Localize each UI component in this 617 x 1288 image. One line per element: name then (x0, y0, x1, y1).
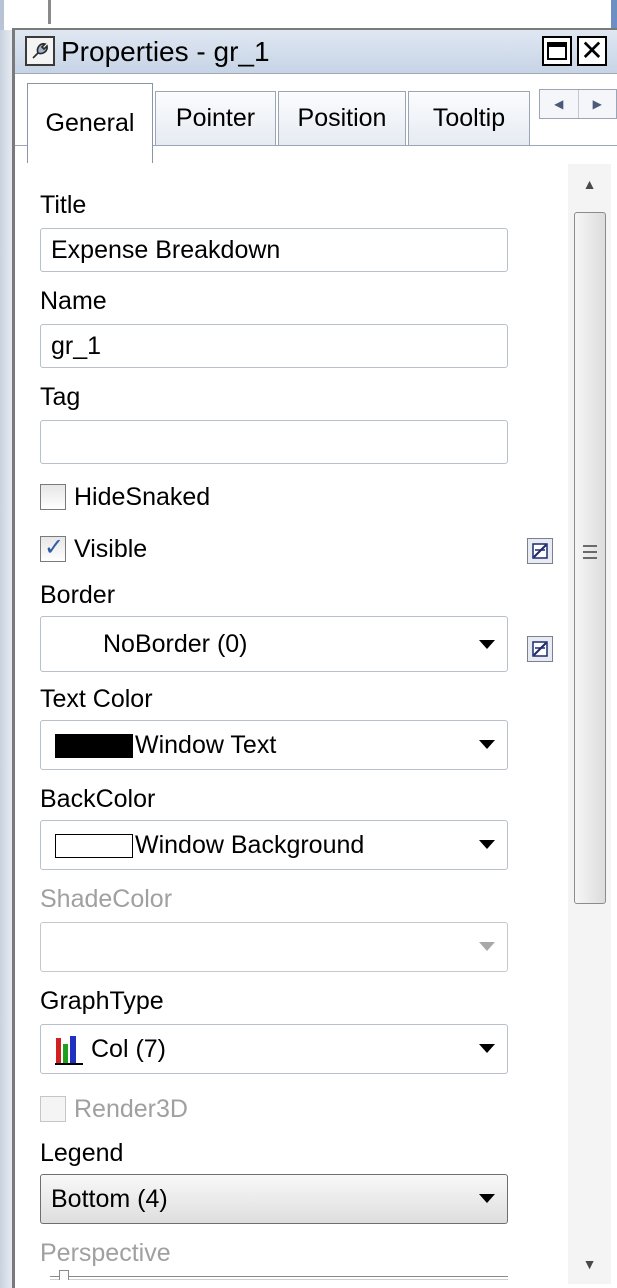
backcolor-select[interactable]: Window Background (40, 820, 508, 870)
tab-pointer[interactable]: Pointer (155, 91, 276, 145)
color-swatch (55, 834, 133, 858)
tab-scroll-left-icon[interactable]: ◀ (540, 90, 579, 118)
maximize-button[interactable] (542, 36, 572, 66)
title-label: Title (40, 191, 87, 219)
perspective-slider-thumb (59, 1270, 69, 1280)
chevron-down-icon (479, 1044, 495, 1053)
border-select[interactable]: NoBorder (0) (40, 616, 508, 672)
backcolor-label: BackColor (40, 785, 156, 813)
legend-value: Bottom (4) (51, 1185, 168, 1213)
visible-checkbox[interactable]: ✓ (40, 534, 66, 562)
checkmark-icon: ✓ (44, 534, 65, 561)
title-bar[interactable]: Properties - gr_1 ✕ (15, 30, 617, 74)
border-label: Border (40, 581, 116, 609)
tab-bar: General Pointer Position Tooltip ◀ ▶ (15, 75, 617, 163)
properties-icon (25, 36, 55, 66)
properties-panel: Properties - gr_1 ✕ General Pointer Posi… (12, 28, 617, 1288)
scroll-down-icon[interactable]: ▼ (568, 1244, 611, 1284)
render3d-checkbox (40, 1096, 66, 1122)
graphtype-label: GraphType (40, 987, 164, 1015)
close-button[interactable]: ✕ (577, 36, 607, 66)
scrollbar-thumb[interactable] (574, 212, 606, 904)
left-edge (0, 30, 12, 1288)
tag-input[interactable] (40, 420, 508, 464)
backdrop (0, 0, 617, 30)
border-value: NoBorder (0) (103, 630, 248, 658)
graphtype-value: Col (7) (91, 1035, 167, 1063)
shadecolor-label: ShadeColor (40, 885, 173, 913)
visible-label: Visible (74, 534, 148, 563)
chevron-down-icon (479, 942, 495, 951)
scroll-up-icon[interactable]: ▲ (568, 164, 611, 204)
chevron-down-icon (479, 1194, 495, 1203)
title-input[interactable]: Expense Breakdown (40, 228, 508, 272)
graphtype-select[interactable]: Col (7) (40, 1024, 508, 1074)
text-color-select[interactable]: Window Text (40, 720, 508, 770)
tab-scroll-right-icon[interactable]: ▶ (579, 90, 617, 118)
border-expression-button[interactable] (527, 636, 553, 662)
visible-expression-button[interactable] (527, 538, 553, 564)
tab-scroll-buttons: ◀ ▶ (539, 89, 617, 119)
chevron-down-icon (479, 840, 495, 849)
maximize-icon (547, 42, 567, 60)
text-color-value: Window Text (135, 731, 277, 759)
general-properties: Title Expense Breakdown Name gr_1 Tag Hi… (15, 164, 568, 1284)
backdrop-frame-right (611, 0, 617, 30)
name-input[interactable]: gr_1 (40, 324, 508, 368)
chevron-down-icon (479, 740, 495, 749)
expression-icon (532, 641, 548, 657)
backdrop-tick (48, 0, 51, 24)
render3d-label: Render3D (74, 1094, 188, 1123)
backcolor-value: Window Background (135, 831, 365, 859)
hidesnaked-checkbox[interactable] (40, 484, 66, 510)
name-label: Name (40, 287, 107, 315)
legend-select[interactable]: Bottom (4) (40, 1174, 508, 1224)
close-icon: ✕ (580, 35, 604, 66)
perspective-label: Perspective (40, 1239, 171, 1267)
perspective-slider-track (50, 1276, 508, 1280)
render3d-row: Render3D (40, 1092, 188, 1126)
hidesnaked-label: HideSnaked (74, 482, 211, 511)
tab-position[interactable]: Position (278, 91, 406, 145)
window-title: Properties - gr_1 (61, 36, 270, 67)
chevron-down-icon (479, 640, 495, 649)
tab-tooltip[interactable]: Tooltip (408, 91, 530, 145)
text-color-label: Text Color (40, 685, 153, 713)
color-swatch (55, 734, 133, 758)
tab-general[interactable]: General (27, 83, 153, 163)
backdrop-frame (0, 0, 4, 30)
expression-icon (532, 543, 548, 559)
shadecolor-select (40, 922, 508, 972)
vertical-scrollbar[interactable]: ▲ ▼ (568, 164, 611, 1284)
legend-label: Legend (40, 1139, 124, 1167)
hidesnaked-row[interactable]: HideSnaked (40, 480, 210, 514)
column-chart-icon (55, 1036, 83, 1065)
grip-icon (583, 545, 597, 559)
visible-row[interactable]: ✓ Visible (40, 532, 147, 566)
tag-label: Tag (40, 383, 81, 411)
